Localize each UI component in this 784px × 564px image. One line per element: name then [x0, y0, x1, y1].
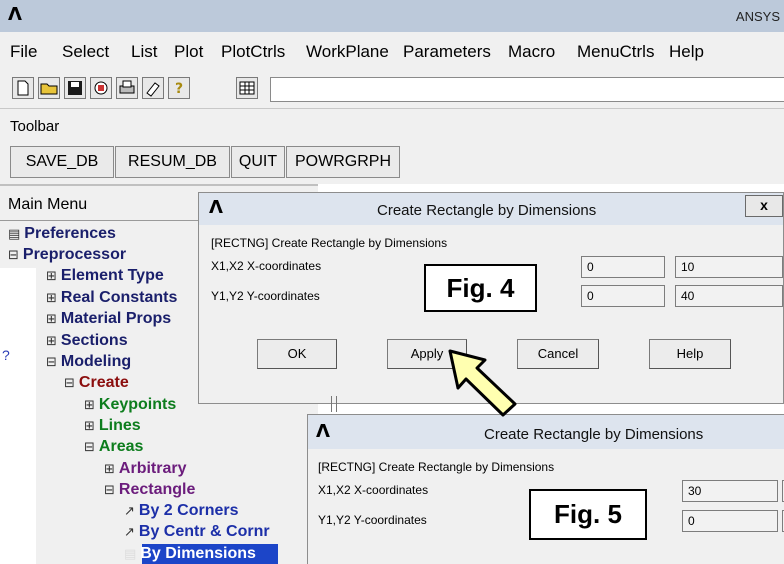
- x-coordinates-label: X1,X2 X-coordinates: [211, 259, 322, 273]
- toolbar-label: Toolbar: [10, 118, 60, 135]
- tree-item-create[interactable]: ⊟ Create: [64, 374, 129, 392]
- pick-arrow-icon: ↗: [124, 504, 135, 519]
- collapse-icon: ⊟: [84, 440, 95, 455]
- tree-item-preprocessor[interactable]: ⊟ Preprocessor: [8, 246, 126, 264]
- powrgrph-button[interactable]: POWRGRPH: [286, 146, 400, 178]
- tree-item-sections[interactable]: ⊞ Sections: [46, 332, 128, 350]
- menu-help[interactable]: Help: [669, 42, 704, 62]
- tree-item-arbitrary[interactable]: ⊞ Arbitrary: [104, 460, 186, 478]
- report-icon[interactable]: [142, 77, 164, 99]
- open-folder-icon[interactable]: [38, 77, 60, 99]
- cancel-button[interactable]: Cancel: [517, 339, 599, 369]
- x2-field[interactable]: 10: [675, 256, 783, 278]
- x1-field[interactable]: 30: [682, 480, 778, 502]
- collapse-icon: ⊟: [46, 355, 57, 370]
- tree-item-keypoints[interactable]: ⊞ Keypoints: [84, 396, 176, 414]
- menu-plotctrls[interactable]: PlotCtrls: [221, 42, 285, 62]
- dialog-heading: [RECTNG] Create Rectangle by Dimensions: [318, 460, 555, 474]
- new-file-icon[interactable]: [12, 77, 34, 99]
- close-button[interactable]: x: [745, 195, 783, 217]
- tree-item-lines[interactable]: ⊞ Lines: [84, 417, 141, 435]
- menu-workplane[interactable]: WorkPlane: [306, 42, 389, 62]
- background-patch: [0, 268, 36, 564]
- ansys-logo-icon: Λ: [316, 421, 330, 442]
- tree-item-by-2-corners[interactable]: ↗ By 2 Corners: [124, 502, 239, 520]
- ok-button[interactable]: OK: [257, 339, 337, 369]
- expand-icon: ⊞: [84, 419, 95, 434]
- x-coordinates-label: X1,X2 X-coordinates: [318, 483, 429, 497]
- dialog-title: Create Rectangle by Dimensions: [377, 202, 597, 219]
- menu-bar: File Select List Plot PlotCtrls WorkPlan…: [0, 32, 784, 68]
- fig-5-label: Fig. 5: [529, 489, 647, 540]
- divider-mark: [336, 396, 337, 412]
- print-icon[interactable]: [116, 77, 138, 99]
- tree-item-areas[interactable]: ⊟ Areas: [84, 438, 143, 456]
- collapse-icon: ⊟: [8, 248, 19, 263]
- y1-field[interactable]: 0: [682, 510, 778, 532]
- x1-field[interactable]: 0: [581, 256, 665, 278]
- save-icon[interactable]: [64, 77, 86, 99]
- command-grid-icon[interactable]: [236, 77, 258, 99]
- expand-icon: ⊞: [84, 398, 95, 413]
- y1-field[interactable]: 0: [581, 285, 665, 307]
- title-bar: [0, 0, 784, 32]
- expand-icon: ⊞: [104, 462, 115, 477]
- main-menu-divider: [0, 220, 200, 221]
- tree-square-icon: ▤: [8, 227, 21, 242]
- menu-parameters[interactable]: Parameters: [403, 42, 491, 62]
- tree-item-modeling[interactable]: ⊟ Modeling: [46, 353, 131, 371]
- toolbar-strip: [0, 108, 784, 140]
- y-coordinates-label: Y1,Y2 Y-coordinates: [318, 513, 427, 527]
- command-input[interactable]: [270, 77, 784, 102]
- divider-mark: [331, 396, 332, 412]
- expand-icon: ⊞: [46, 269, 57, 284]
- y2-field[interactable]: 40: [675, 285, 783, 307]
- tree-item-by-dimensions[interactable]: ▤ By Dimensions: [124, 545, 256, 563]
- tree-item-element-type[interactable]: ⊞ Element Type: [46, 267, 164, 285]
- expand-icon: ⊞: [46, 312, 57, 327]
- expand-icon: ⊞: [46, 334, 57, 349]
- menu-menuctrls[interactable]: MenuCtrls: [577, 42, 654, 62]
- tree-item-real-constants[interactable]: ⊞ Real Constants: [46, 289, 177, 307]
- save-db-button[interactable]: SAVE_DB: [10, 146, 114, 178]
- quit-button[interactable]: QUIT: [231, 146, 285, 178]
- ansys-logo-icon: Λ: [8, 4, 22, 25]
- menu-file[interactable]: File: [10, 42, 37, 62]
- tree-item-preferences[interactable]: ▤ Preferences: [8, 225, 116, 243]
- pick-arrow-icon: ↗: [124, 525, 135, 540]
- resum-db-button[interactable]: RESUM_DB: [115, 146, 230, 178]
- help-icon[interactable]: ?: [168, 77, 190, 99]
- pointer-arrow-icon: [448, 349, 517, 417]
- dialog-title: Create Rectangle by Dimensions: [484, 426, 704, 443]
- dialog-square-icon: ▤: [124, 547, 137, 562]
- menu-select[interactable]: Select: [62, 42, 109, 62]
- fig-4-label: Fig. 4: [424, 264, 537, 312]
- tree-item-rectangle[interactable]: ⊟ Rectangle: [104, 481, 195, 499]
- svg-text:?: ?: [175, 81, 183, 97]
- expand-icon: ⊞: [46, 291, 57, 306]
- stray-question-mark: ?: [2, 347, 10, 363]
- collapse-icon: ⊟: [64, 376, 75, 391]
- help-button[interactable]: Help: [649, 339, 731, 369]
- ansys-logo-icon: Λ: [209, 197, 223, 218]
- y-coordinates-label: Y1,Y2 Y-coordinates: [211, 289, 320, 303]
- database-icon[interactable]: [90, 77, 112, 99]
- menu-list[interactable]: List: [131, 42, 157, 62]
- main-menu-title: Main Menu: [8, 196, 88, 213]
- collapse-icon: ⊟: [104, 483, 115, 498]
- menu-plot[interactable]: Plot: [174, 42, 203, 62]
- tree-item-by-centr-cornr[interactable]: ↗ By Centr & Cornr: [124, 523, 270, 541]
- window-title: ANSYS: [735, 9, 780, 24]
- tree-item-material-props[interactable]: ⊞ Material Props: [46, 310, 171, 328]
- menu-macro[interactable]: Macro: [508, 42, 555, 62]
- dialog-heading: [RECTNG] Create Rectangle by Dimensions: [211, 236, 448, 250]
